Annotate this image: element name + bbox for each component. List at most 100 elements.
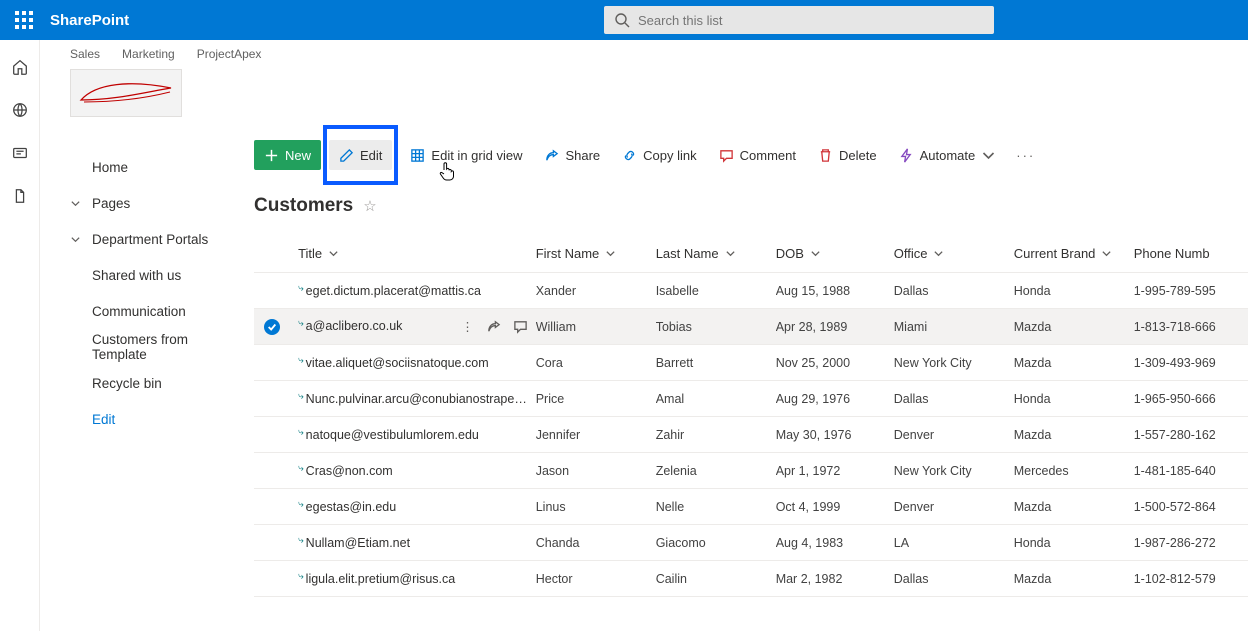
cell-title[interactable]: ⤷natoque@vestibulumlorem.edu: [298, 428, 536, 442]
cell-title[interactable]: ⤷vitae.aliquet@sociisnatoque.com: [298, 356, 536, 370]
favorite-star-icon[interactable]: ☆: [363, 197, 376, 215]
cell-brand: Mazda: [1014, 356, 1134, 370]
edit-grid-button[interactable]: Edit in grid view: [400, 140, 532, 170]
cell-office: Miami: [894, 320, 1014, 334]
cell-title[interactable]: ⤷eget.dictum.placerat@mattis.ca: [298, 284, 536, 298]
cell-title[interactable]: ⤷egestas@in.edu: [298, 500, 536, 514]
copy-link-button[interactable]: Copy link: [612, 140, 706, 170]
cell-brand: Honda: [1014, 392, 1134, 406]
cell-last-name: Zelenia: [656, 464, 776, 478]
cell-phone: 1-995-789-595: [1134, 284, 1248, 298]
cell-brand: Mazda: [1014, 572, 1134, 586]
cell-brand: Honda: [1014, 284, 1134, 298]
table-row[interactable]: ⤷egestas@in.eduLinusNelleOct 4, 1999Denv…: [254, 489, 1248, 525]
cell-first-name: Jennifer: [536, 428, 656, 442]
site-logo[interactable]: [70, 69, 182, 117]
home-icon[interactable]: [11, 58, 29, 79]
search-box[interactable]: [604, 6, 994, 34]
cell-phone: 1-965-950-666: [1134, 392, 1248, 406]
cell-phone: 1-500-572-864: [1134, 500, 1248, 514]
cell-office: New York City: [894, 356, 1014, 370]
hub-nav: Sales Marketing ProjectApex: [40, 40, 1248, 68]
table-row[interactable]: ⤷ligula.elit.pretium@risus.caHectorCaili…: [254, 561, 1248, 597]
main-content: New Edit Edit in grid view: [230, 119, 1248, 631]
globe-icon[interactable]: [11, 101, 29, 122]
list-table: Title First Name Last Name DOB Office Cu…: [254, 235, 1248, 597]
edit-button[interactable]: Edit: [329, 140, 392, 170]
table-row[interactable]: ⤷Cras@non.comJasonZeleniaApr 1, 1972New …: [254, 453, 1248, 489]
table-row[interactable]: ⤷vitae.aliquet@sociisnatoque.comCoraBarr…: [254, 345, 1248, 381]
nav-customers-template[interactable]: Customers from Template: [70, 329, 220, 365]
cell-office: Dallas: [894, 284, 1014, 298]
cell-first-name: Hector: [536, 572, 656, 586]
table-row[interactable]: ⤷Nullam@Etiam.netChandaGiacomoAug 4, 198…: [254, 525, 1248, 561]
new-button[interactable]: New: [254, 140, 321, 170]
cell-dob: May 30, 1976: [776, 428, 894, 442]
cell-dob: Aug 29, 1976: [776, 392, 894, 406]
search-icon: [614, 12, 630, 28]
cell-first-name: Linus: [536, 500, 656, 514]
cell-dob: Aug 4, 1983: [776, 536, 894, 550]
more-actions-button[interactable]: ···: [1008, 148, 1043, 163]
col-office[interactable]: Office: [894, 246, 1014, 261]
row-more-icon[interactable]: ⋮: [461, 319, 474, 334]
cell-title[interactable]: ⤷Nullam@Etiam.net: [298, 536, 536, 550]
col-dob[interactable]: DOB: [776, 246, 894, 261]
chevron-down-icon: [70, 234, 92, 245]
table-row[interactable]: ⤷eget.dictum.placerat@mattis.caXanderIsa…: [254, 273, 1248, 309]
cell-title[interactable]: ⤷Cras@non.com: [298, 464, 536, 478]
cell-office: LA: [894, 536, 1014, 550]
row-selected-icon[interactable]: [264, 319, 280, 335]
cell-last-name: Nelle: [656, 500, 776, 514]
table-row[interactable]: ⤷natoque@vestibulumlorem.eduJenniferZahi…: [254, 417, 1248, 453]
cell-first-name: Jason: [536, 464, 656, 478]
nav-pages[interactable]: Pages: [70, 185, 220, 221]
cell-title[interactable]: ⤷ligula.elit.pretium@risus.ca: [298, 572, 536, 586]
delete-button[interactable]: Delete: [808, 140, 887, 170]
cell-dob: Nov 25, 2000: [776, 356, 894, 370]
table-row[interactable]: ⤷Nunc.pulvinar.arcu@conubianostraper.edu…: [254, 381, 1248, 417]
nav-shared[interactable]: Shared with us: [70, 257, 220, 293]
files-icon[interactable]: [11, 187, 29, 208]
app-launcher-icon[interactable]: [6, 2, 42, 38]
col-brand[interactable]: Current Brand: [1014, 246, 1134, 261]
cell-brand: Mazda: [1014, 500, 1134, 514]
nav-edit[interactable]: Edit: [70, 401, 220, 437]
nav-recycle-bin[interactable]: Recycle bin: [70, 365, 220, 401]
comment-button[interactable]: Comment: [709, 140, 806, 170]
nav-department-portals[interactable]: Department Portals: [70, 221, 220, 257]
search-input[interactable]: [638, 13, 984, 28]
nav-home[interactable]: Home: [70, 149, 220, 185]
col-last-name[interactable]: Last Name: [656, 246, 776, 261]
news-icon[interactable]: [11, 144, 29, 165]
row-comment-icon[interactable]: [513, 319, 528, 334]
cell-brand: Mercedes: [1014, 464, 1134, 478]
col-phone[interactable]: Phone Numb: [1134, 246, 1248, 261]
col-first-name[interactable]: First Name: [536, 246, 656, 261]
cell-last-name: Cailin: [656, 572, 776, 586]
cell-last-name: Zahir: [656, 428, 776, 442]
cell-dob: Oct 4, 1999: [776, 500, 894, 514]
cell-dob: Apr 28, 1989: [776, 320, 894, 334]
nav-communication[interactable]: Communication: [70, 293, 220, 329]
cell-title[interactable]: ⤷Nunc.pulvinar.arcu@conubianostraper.edu: [298, 392, 536, 406]
cell-phone: 1-309-493-969: [1134, 356, 1248, 370]
row-share-icon[interactable]: [486, 319, 501, 334]
global-nav-rail: [0, 40, 40, 631]
cell-office: Dallas: [894, 572, 1014, 586]
cell-first-name: Chanda: [536, 536, 656, 550]
hub-link[interactable]: Marketing: [122, 47, 175, 61]
edit-button-highlight: Edit: [323, 125, 398, 185]
hub-link[interactable]: ProjectApex: [197, 47, 262, 61]
cell-office: Denver: [894, 428, 1014, 442]
cell-last-name: Tobias: [656, 320, 776, 334]
table-row[interactable]: ⤷a@aclibero.co.uk⋮WilliamTobiasApr 28, 1…: [254, 309, 1248, 345]
automate-button[interactable]: Automate: [889, 140, 1007, 170]
cell-last-name: Giacomo: [656, 536, 776, 550]
chevron-down-icon: [70, 198, 92, 209]
suite-bar: SharePoint: [0, 0, 1248, 40]
share-button[interactable]: Share: [534, 140, 610, 170]
col-title[interactable]: Title: [298, 246, 536, 261]
hub-link[interactable]: Sales: [70, 47, 100, 61]
cell-title[interactable]: ⤷a@aclibero.co.uk⋮: [298, 319, 536, 334]
